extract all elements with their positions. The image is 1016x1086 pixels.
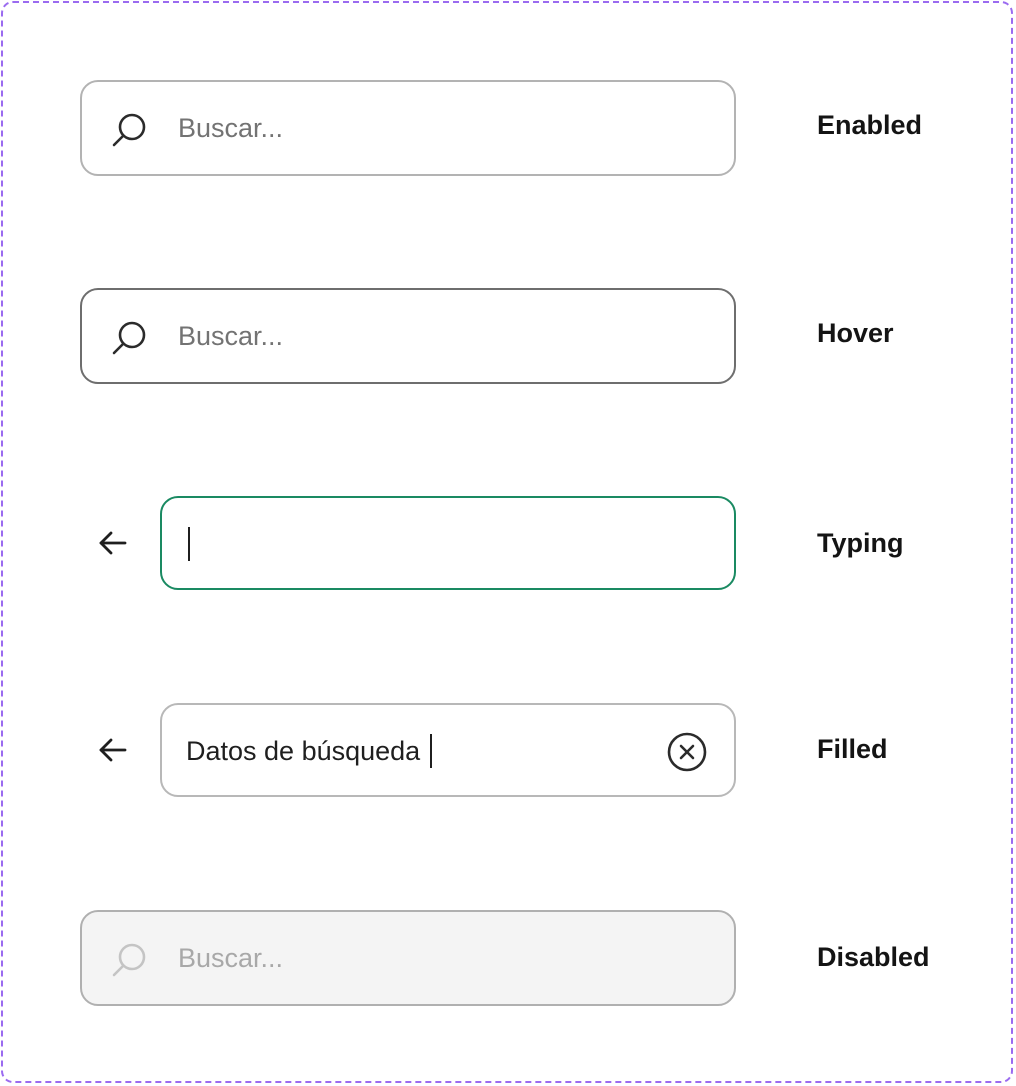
text-caret xyxy=(188,527,190,561)
state-label-hover: Hover xyxy=(817,318,894,348)
search-field-disabled: Buscar... xyxy=(80,910,736,1006)
arrow-left-icon[interactable] xyxy=(96,526,130,560)
state-label-enabled: Enabled xyxy=(817,110,923,140)
state-label-typing: Typing xyxy=(817,528,904,558)
search-placeholder: Buscar... xyxy=(178,943,284,973)
arrow-left-icon[interactable] xyxy=(96,733,130,767)
search-icon xyxy=(112,943,146,977)
search-icon xyxy=(112,113,146,147)
close-circle-icon[interactable] xyxy=(666,731,708,773)
search-field-typing[interactable] xyxy=(160,496,736,590)
search-field-filled[interactable]: Datos de búsqueda xyxy=(160,703,736,797)
search-input-value-wrap: Datos de búsqueda xyxy=(186,705,433,797)
search-field-enabled[interactable]: Buscar... xyxy=(80,80,736,176)
search-placeholder: Buscar... xyxy=(178,321,284,351)
state-label-filled: Filled xyxy=(817,734,888,764)
text-caret xyxy=(430,733,433,768)
search-input-value: Datos de búsqueda xyxy=(186,736,421,766)
search-icon xyxy=(112,321,146,355)
state-label-disabled: Disabled xyxy=(817,942,930,972)
search-placeholder: Buscar... xyxy=(178,113,284,143)
search-field-hover[interactable]: Buscar... xyxy=(80,288,736,384)
